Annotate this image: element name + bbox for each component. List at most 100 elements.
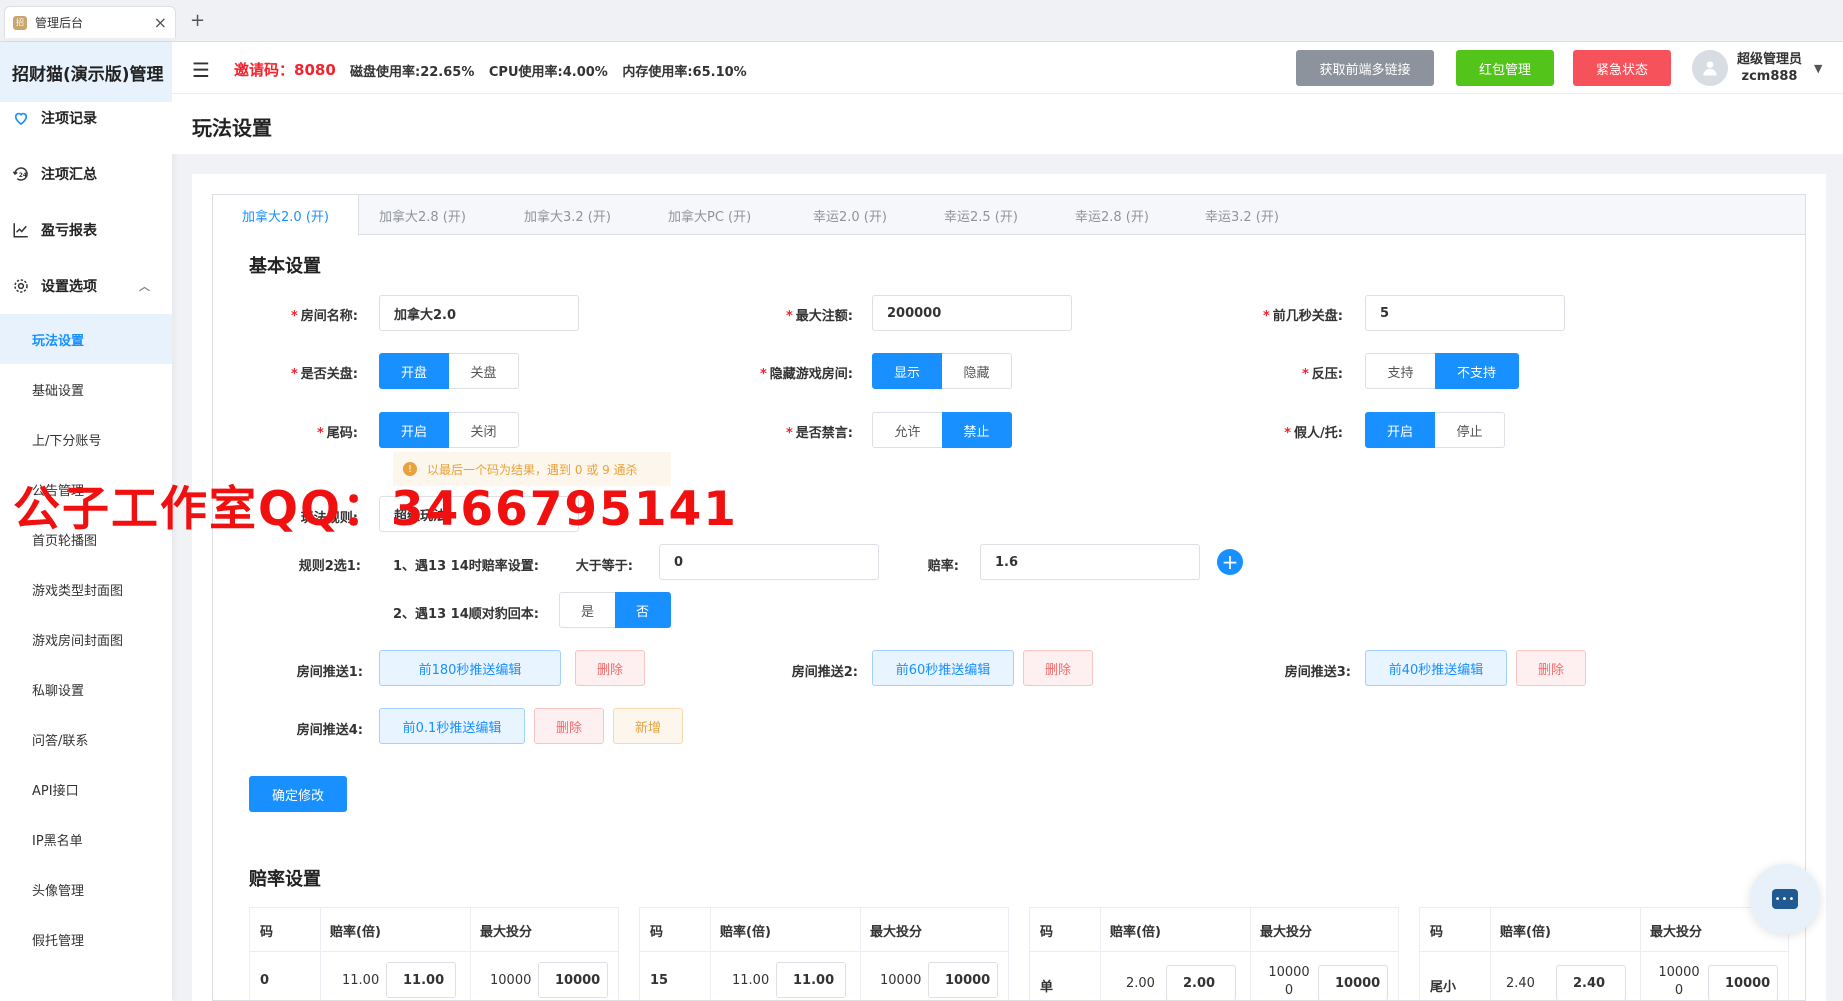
sidebar-item-bet-summary[interactable]: 24 注项汇总: [0, 146, 172, 202]
tab-lucky-2-8[interactable]: 幸运2.8 (开): [1075, 195, 1149, 235]
odds-settings-heading: 赔率设置: [249, 869, 321, 890]
app-title: 招财猫(演示版)管理: [0, 42, 172, 102]
tab-canada-2-0[interactable]: 加拿大2.0 (开): [213, 195, 359, 236]
not-support-option[interactable]: 不支持: [1435, 353, 1519, 389]
rate-input[interactable]: 11.00: [776, 962, 846, 998]
max-input[interactable]: 10000: [1708, 965, 1778, 1000]
push4-delete-button[interactable]: 删除: [534, 708, 604, 744]
sidebar-sub-faq[interactable]: 问答/联系: [0, 714, 172, 764]
max-bet-label: * 最大注额:: [785, 309, 853, 324]
push4-edit-button[interactable]: 前0.1秒推送编辑: [379, 708, 525, 744]
close-secs-input[interactable]: 5: [1365, 295, 1565, 331]
fake-on-option[interactable]: 开启: [1365, 412, 1435, 448]
invite-code: 邀请码：8080: [234, 59, 336, 80]
push1-delete-button[interactable]: 删除: [575, 650, 645, 686]
col-rate: 赔率(倍): [1110, 925, 1161, 940]
sidebar-sub-game-room-cover[interactable]: 游戏房间封面图: [0, 614, 172, 664]
odds-label: 赔率:: [927, 559, 959, 574]
new-tab-button[interactable]: +: [190, 10, 205, 31]
tail-on-option[interactable]: 开启: [379, 412, 449, 448]
get-links-button[interactable]: 获取前端多链接: [1296, 50, 1434, 86]
push2-delete-button[interactable]: 删除: [1023, 650, 1093, 686]
open-market-option[interactable]: 开盘: [379, 353, 449, 389]
push1-edit-button[interactable]: 前180秒推送编辑: [379, 650, 561, 686]
tab-lucky-2-0[interactable]: 幸运2.0 (开): [813, 195, 887, 235]
support-option[interactable]: 支持: [1365, 353, 1435, 389]
sidebar-sub-avatars[interactable]: 头像管理: [0, 864, 172, 914]
game-tabs: 加拿大2.0 (开) 加拿大2.8 (开) 加拿大3.2 (开) 加拿大PC (…: [213, 195, 1805, 236]
tab-canada-pc[interactable]: 加拿大PC (开): [668, 195, 751, 235]
tail-off-option[interactable]: 关闭: [449, 412, 519, 448]
table-divider: [860, 908, 861, 1000]
tab-canada-3-2[interactable]: 加拿大3.2 (开): [524, 195, 611, 235]
odds-table-header: [1030, 908, 1398, 952]
emergency-button[interactable]: 紧急状态: [1573, 50, 1671, 86]
sidebar-sub-play-settings[interactable]: 玩法设置: [0, 314, 172, 364]
sidebar-sub-private-chat[interactable]: 私聊设置: [0, 664, 172, 714]
table-divider: [470, 908, 471, 1000]
tab-lucky-2-5[interactable]: 幸运2.5 (开): [944, 195, 1018, 235]
sidebar-item-profit-report[interactable]: 盈亏报表: [0, 202, 172, 258]
odds-table-header: [250, 908, 618, 952]
hide-room-option[interactable]: 隐藏: [942, 353, 1012, 389]
push3-label: 房间推送3:: [1284, 665, 1351, 680]
fake-off-option[interactable]: 停止: [1435, 412, 1505, 448]
table-divider: [1640, 908, 1641, 1000]
no-option[interactable]: 否: [615, 592, 671, 628]
max-input[interactable]: 10000: [928, 962, 998, 998]
sidebar-sub-basic-settings[interactable]: 基础设置: [0, 364, 172, 414]
menu-toggle-icon[interactable]: ☰: [192, 58, 210, 82]
sidebar-sub-api[interactable]: API接口: [0, 764, 172, 814]
max-bet-input[interactable]: 200000: [872, 295, 1072, 331]
sidebar-sub-accounts[interactable]: 上/下分账号: [0, 414, 172, 464]
col-max: 最大投分: [870, 925, 923, 940]
push3-edit-button[interactable]: 前40秒推送编辑: [1365, 650, 1507, 686]
confirm-button[interactable]: 确定修改: [249, 776, 347, 812]
is-close-toggle: 开盘 关盘: [379, 353, 519, 389]
col-code: 码: [1040, 925, 1054, 940]
reverse-toggle: 支持 不支持: [1365, 353, 1519, 389]
user-menu[interactable]: 超级管理员 zcm888 ▼: [1692, 50, 1822, 86]
rate-input[interactable]: 11.00: [386, 962, 456, 998]
chat-bubble-icon[interactable]: •••: [1750, 864, 1820, 934]
odds-table-1: 码 赔率(倍) 最大投分 0 11.00 11.00 10000 10000: [249, 907, 619, 1000]
sidebar-sub-ip-blacklist[interactable]: IP黑名单: [0, 814, 172, 864]
browser-tab[interactable]: 招 管理后台 ×: [4, 6, 176, 38]
room-name-label: * 房间名称:: [290, 309, 358, 324]
table-divider: [1490, 908, 1491, 1000]
sidebar-item-label: 设置选项: [41, 279, 97, 295]
tab-lucky-3-2[interactable]: 幸运3.2 (开): [1205, 195, 1279, 235]
allow-option[interactable]: 允许: [872, 412, 942, 448]
cell-rate: 2.40: [1506, 976, 1535, 991]
close-tab-icon[interactable]: ×: [154, 13, 167, 32]
odds-input[interactable]: 1.6: [980, 544, 1200, 580]
yes-option[interactable]: 是: [559, 592, 615, 628]
sidebar-sub-fake-users[interactable]: 假托管理: [0, 914, 172, 964]
show-room-option[interactable]: 显示: [872, 353, 942, 389]
table-divider: [1250, 908, 1251, 1000]
col-rate: 赔率(倍): [720, 925, 771, 940]
cell-rate: 11.00: [342, 973, 380, 988]
odds-table-header: [640, 908, 1008, 952]
tab-canada-2-8[interactable]: 加拿大2.8 (开): [379, 195, 466, 235]
is-close-label: * 是否关盘:: [290, 367, 358, 382]
close-market-option[interactable]: 关盘: [449, 353, 519, 389]
max-input[interactable]: 10000: [538, 962, 608, 998]
sidebar-sub-game-type-cover[interactable]: 游戏类型封面图: [0, 564, 172, 614]
hide-room-toggle: 显示 隐藏: [872, 353, 1012, 389]
rate-input[interactable]: 2.40: [1556, 965, 1626, 1000]
push3-delete-button[interactable]: 删除: [1516, 650, 1586, 686]
col-code: 码: [260, 925, 274, 940]
rate-input[interactable]: 2.00: [1166, 965, 1236, 1000]
col-code: 码: [1430, 925, 1444, 940]
sidebar-item-settings[interactable]: 设置选项 ︿: [0, 258, 172, 314]
caret-down-icon[interactable]: ▼: [1814, 62, 1822, 75]
max-input[interactable]: 10000: [1318, 965, 1388, 1000]
red-packet-button[interactable]: 红包管理: [1456, 50, 1554, 86]
room-name-input[interactable]: 加拿大2.0: [379, 295, 579, 331]
gte-input[interactable]: 0: [659, 544, 879, 580]
push-add-button[interactable]: 新增: [613, 708, 683, 744]
push2-edit-button[interactable]: 前60秒推送编辑: [872, 650, 1014, 686]
forbid-option[interactable]: 禁止: [942, 412, 1012, 448]
add-rule-icon[interactable]: +: [1217, 549, 1243, 575]
